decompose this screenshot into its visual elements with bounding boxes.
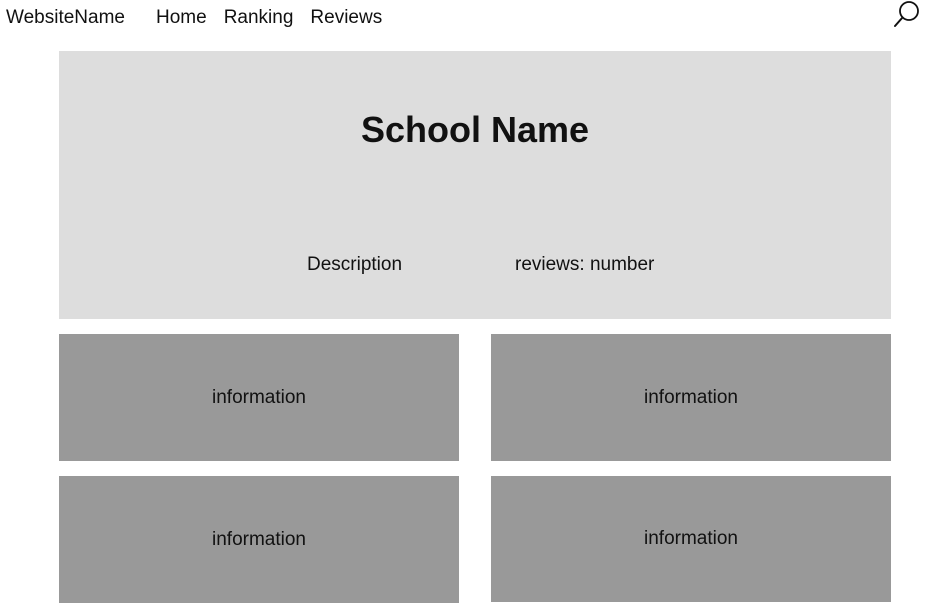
- site-name-link[interactable]: WebsiteName: [6, 7, 125, 29]
- school-name-title: School Name: [360, 109, 590, 151]
- information-card-4[interactable]: information: [491, 476, 891, 602]
- information-card-label: information: [644, 528, 738, 549]
- main-navigation: Home Ranking Reviews: [156, 7, 382, 29]
- search-button[interactable]: [890, 0, 922, 34]
- school-description: Description: [307, 254, 403, 275]
- nav-ranking-link[interactable]: Ranking: [224, 7, 294, 29]
- nav-reviews-link[interactable]: Reviews: [310, 7, 382, 29]
- information-card-1[interactable]: information: [59, 334, 459, 461]
- information-card-3[interactable]: information: [59, 476, 459, 603]
- search-icon: [894, 1, 919, 27]
- nav-home-link[interactable]: Home: [156, 7, 207, 29]
- information-card-label: information: [644, 386, 738, 408]
- information-card-label: information: [212, 386, 306, 408]
- reviews-count: reviews: number: [515, 254, 655, 275]
- school-hero-panel: School Name Description reviews: number: [59, 51, 891, 319]
- information-card-2[interactable]: information: [491, 334, 891, 461]
- information-card-label: information: [212, 528, 306, 550]
- top-navigation-bar: WebsiteName Home Ranking Reviews: [0, 0, 925, 40]
